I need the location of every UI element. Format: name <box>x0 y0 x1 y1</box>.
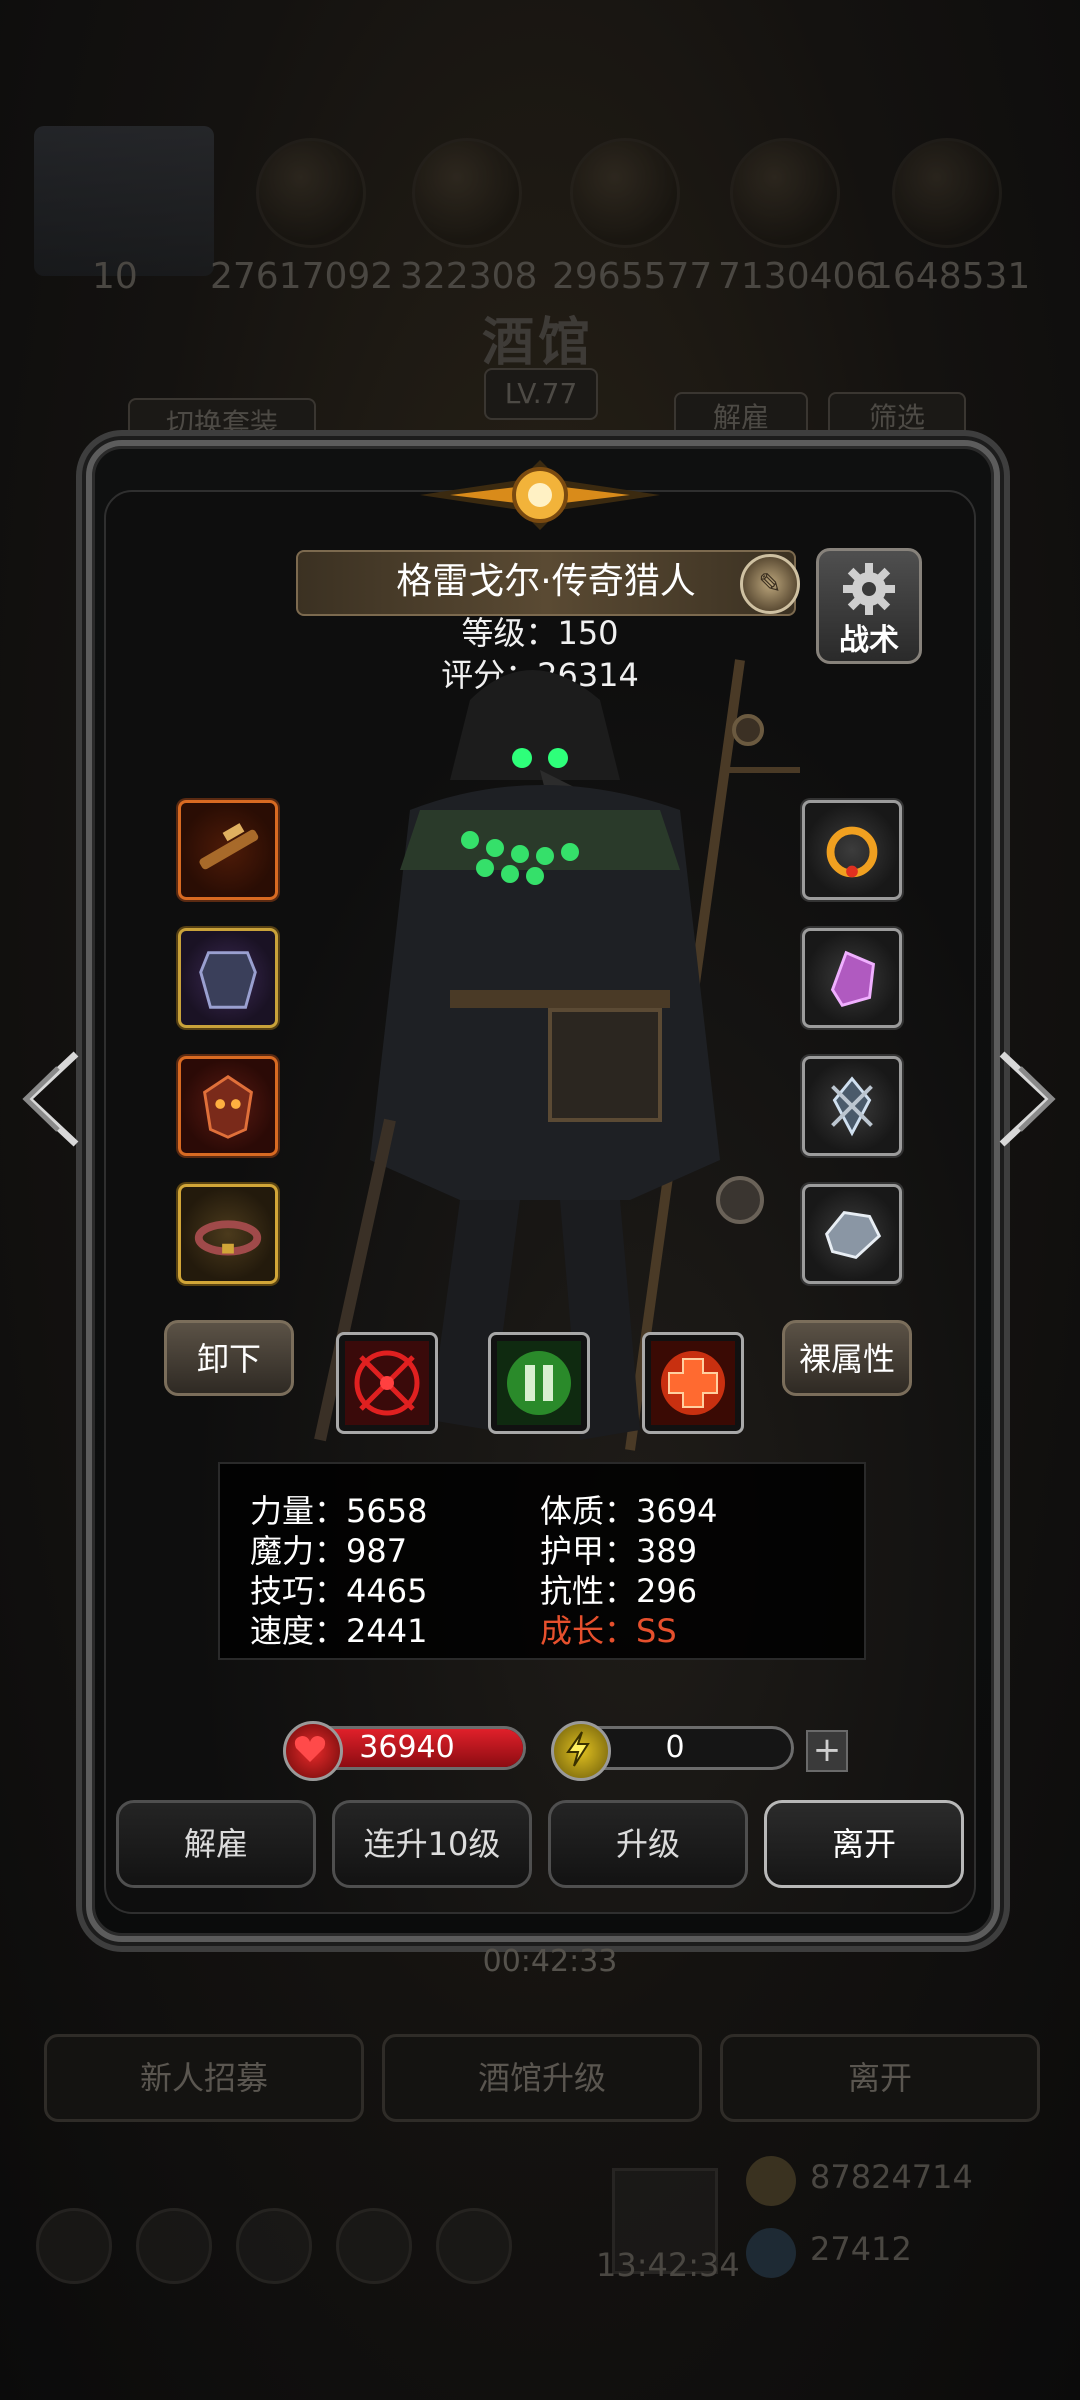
emblem-icon <box>831 1076 873 1137</box>
stat-growth: 成长：SS <box>540 1612 677 1650</box>
edit-name-icon[interactable]: ✎ <box>740 554 800 614</box>
background-avatar <box>34 126 214 276</box>
gem-icon <box>746 2228 796 2278</box>
nav-icon[interactable] <box>136 2208 212 2284</box>
dismiss-button-bg[interactable]: 解雇 <box>674 392 808 444</box>
equip-slot-ring[interactable] <box>802 800 902 900</box>
resource-icon <box>256 138 366 248</box>
fire-ring-icon <box>826 826 878 878</box>
resource-count: 322308 <box>400 256 538 297</box>
resource-icon <box>412 138 522 248</box>
equip-slot-weapon[interactable] <box>178 800 278 900</box>
unequip-button[interactable]: 卸下 <box>164 1320 294 1396</box>
nav-icon[interactable] <box>436 2208 512 2284</box>
resource-count: 7130406 <box>718 256 879 297</box>
belt-icon <box>194 1220 262 1256</box>
resource-count: 27617092 <box>210 256 394 297</box>
crest-emblem-icon <box>420 460 660 530</box>
resource-icon <box>892 138 1002 248</box>
add-energy-button[interactable]: + <box>806 1730 848 1772</box>
skill-slot-1[interactable] <box>336 1332 438 1434</box>
tavern-level: LV.77 <box>484 368 598 420</box>
tavern-title: 酒馆 <box>482 312 595 373</box>
recruit-timer: 00:42:33 <box>482 1944 618 1979</box>
stat-speed: 速度：2441 <box>250 1612 428 1650</box>
demon-mask-icon <box>203 1074 253 1139</box>
previous-hero-arrow-icon[interactable] <box>14 1044 84 1154</box>
skill-slot-3[interactable] <box>642 1332 744 1434</box>
gem-count: 27412 <box>810 2230 912 2268</box>
poison-skill-icon <box>497 1341 581 1425</box>
energy-bar: 0 <box>551 1721 794 1781</box>
crystal-icon <box>830 950 876 1008</box>
tavern-upgrade-button[interactable]: 酒馆升级 <box>382 2034 702 2122</box>
resource-count: 10 <box>92 256 138 297</box>
equip-slot-armor[interactable] <box>178 928 278 1028</box>
lightning-icon <box>551 1721 611 1781</box>
nav-icon[interactable] <box>236 2208 312 2284</box>
equip-slot-belt[interactable] <box>178 1184 278 1284</box>
heart-icon <box>283 1721 343 1781</box>
resource-count: 1648531 <box>870 256 1031 297</box>
resource-icon <box>570 138 680 248</box>
dark-armor-icon <box>199 951 257 1009</box>
nav-icon[interactable] <box>36 2208 112 2284</box>
flintlock-weapon-icon <box>199 823 259 870</box>
level-up-button[interactable]: 升级 <box>548 1800 748 1888</box>
nav-icon[interactable] <box>336 2208 412 2284</box>
equip-slot-gem[interactable] <box>802 928 902 1028</box>
equip-slot-emblem[interactable] <box>802 1056 902 1156</box>
game-clock: 13:42:34 <box>596 2246 740 2284</box>
stats-panel: 力量：5658 魔力：987 技巧：4465 速度：2441 体质：3694 护… <box>218 1462 866 1660</box>
skill-slot-2[interactable] <box>488 1332 590 1434</box>
gold-count: 87824714 <box>810 2158 973 2196</box>
leave-tavern-button[interactable]: 离开 <box>720 2034 1040 2122</box>
equip-slot-helmet[interactable] <box>178 1056 278 1156</box>
leave-modal-button[interactable]: 离开 <box>764 1800 964 1888</box>
resource-count: 2965577 <box>552 256 713 297</box>
hp-bar: 36940 <box>283 1721 526 1781</box>
level-up-10-button[interactable]: 连升10级 <box>332 1800 532 1888</box>
filter-button[interactable]: 筛选 <box>828 392 966 444</box>
resource-icon <box>730 138 840 248</box>
dismiss-hero-button[interactable]: 解雇 <box>116 1800 316 1888</box>
gold-coin-icon <box>746 2156 796 2206</box>
heal-cross-skill-icon <box>651 1341 735 1425</box>
next-hero-arrow-icon[interactable] <box>994 1044 1064 1154</box>
hero-name: 格雷戈尔·传奇猎人 <box>296 550 796 616</box>
base-attributes-button[interactable]: 裸属性 <box>782 1320 912 1396</box>
crosshair-skill-icon <box>345 1341 429 1425</box>
equip-slot-diamond[interactable] <box>802 1184 902 1284</box>
recruit-button[interactable]: 新人招募 <box>44 2034 364 2122</box>
diamond-icon <box>825 1210 882 1260</box>
